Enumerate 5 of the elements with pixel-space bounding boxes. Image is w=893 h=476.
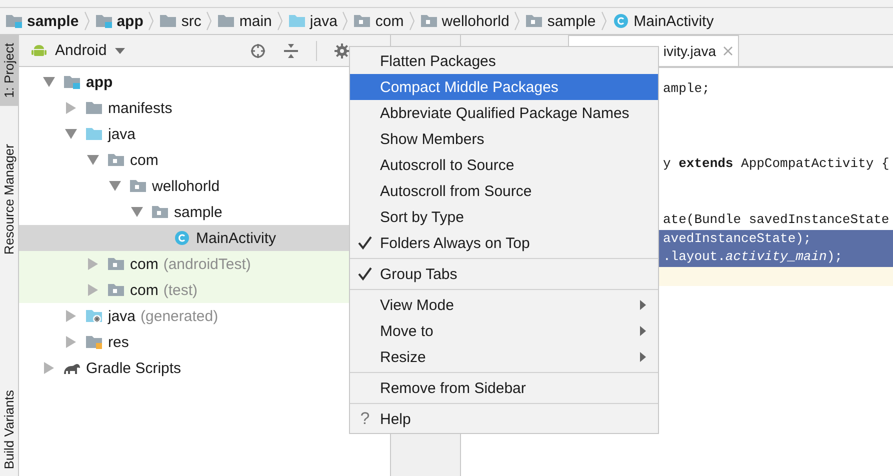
view-label: Android — [55, 42, 107, 59]
code-line: ate(Bundle savedInstanceState — [663, 210, 890, 229]
code-line: y extends AppCompatActivity { — [663, 154, 890, 173]
help-icon: ? — [360, 409, 370, 429]
code-line: ample; — [663, 80, 711, 98]
